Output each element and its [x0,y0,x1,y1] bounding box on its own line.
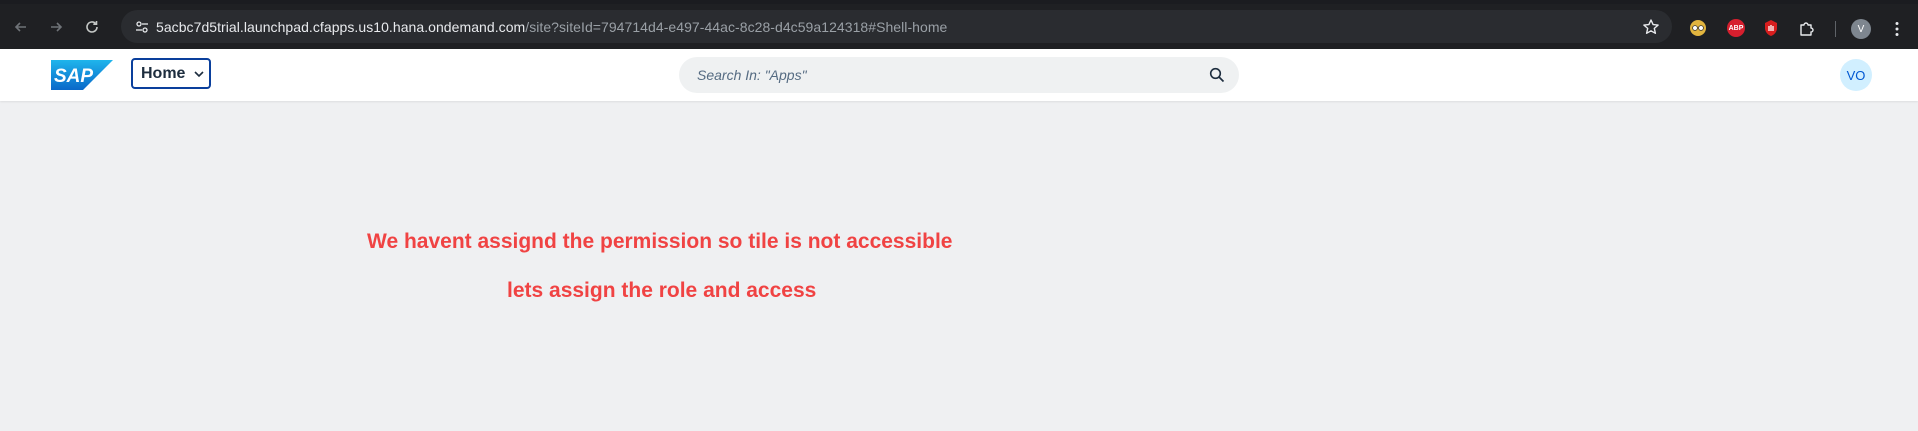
toolbar-divider [1835,21,1836,37]
url-path: /site?siteId=794714d4-e497-44ac-8c28-d4c… [525,19,948,35]
annotation-line-1: We havent assignd the permission so tile… [367,230,953,253]
user-avatar[interactable]: VO [1840,59,1872,91]
browser-toolbar: 5acbc7d5trial.launchpad.cfapps.us10.hana… [0,4,1918,49]
adblock-plus-icon[interactable]: ABP [1727,19,1745,37]
search-icon[interactable] [1209,67,1225,83]
reload-icon [86,21,98,33]
tune-icon [136,21,148,33]
chevron-down-icon [194,70,205,77]
search-input[interactable] [697,57,1197,93]
arrow-right-icon [51,22,63,32]
url-host: 5acbc7d5trial.launchpad.cfapps.us10.hana… [156,19,526,35]
reload-button[interactable] [80,15,104,39]
extensions-puzzle-icon[interactable] [1798,19,1816,37]
search-field[interactable] [679,57,1239,93]
sap-logo[interactable]: SAP [51,60,113,90]
address-bar[interactable]: 5acbc7d5trial.launchpad.cfapps.us10.hana… [121,10,1672,43]
site-info-button[interactable] [129,14,155,40]
bookmark-star-icon[interactable] [1642,18,1660,36]
url-text[interactable]: 5acbc7d5trial.launchpad.cfapps.us10.hana… [156,19,947,35]
home-menu-button[interactable]: Home [131,58,211,89]
browser-menu-icon[interactable] [1888,19,1906,39]
sap-shell-bar: SAP Home VO [0,49,1918,101]
browser-profile-avatar[interactable]: V [1851,19,1871,39]
annotation-line-2: lets assign the role and access [507,279,817,302]
extension-glasses-icon[interactable] [1689,19,1707,37]
svg-text:SAP: SAP [54,66,93,87]
extension-hand-icon[interactable] [1762,19,1780,37]
forward-button[interactable] [44,15,68,39]
home-label: Home [141,64,186,82]
arrow-left-icon [14,22,26,32]
back-button[interactable] [9,15,33,39]
